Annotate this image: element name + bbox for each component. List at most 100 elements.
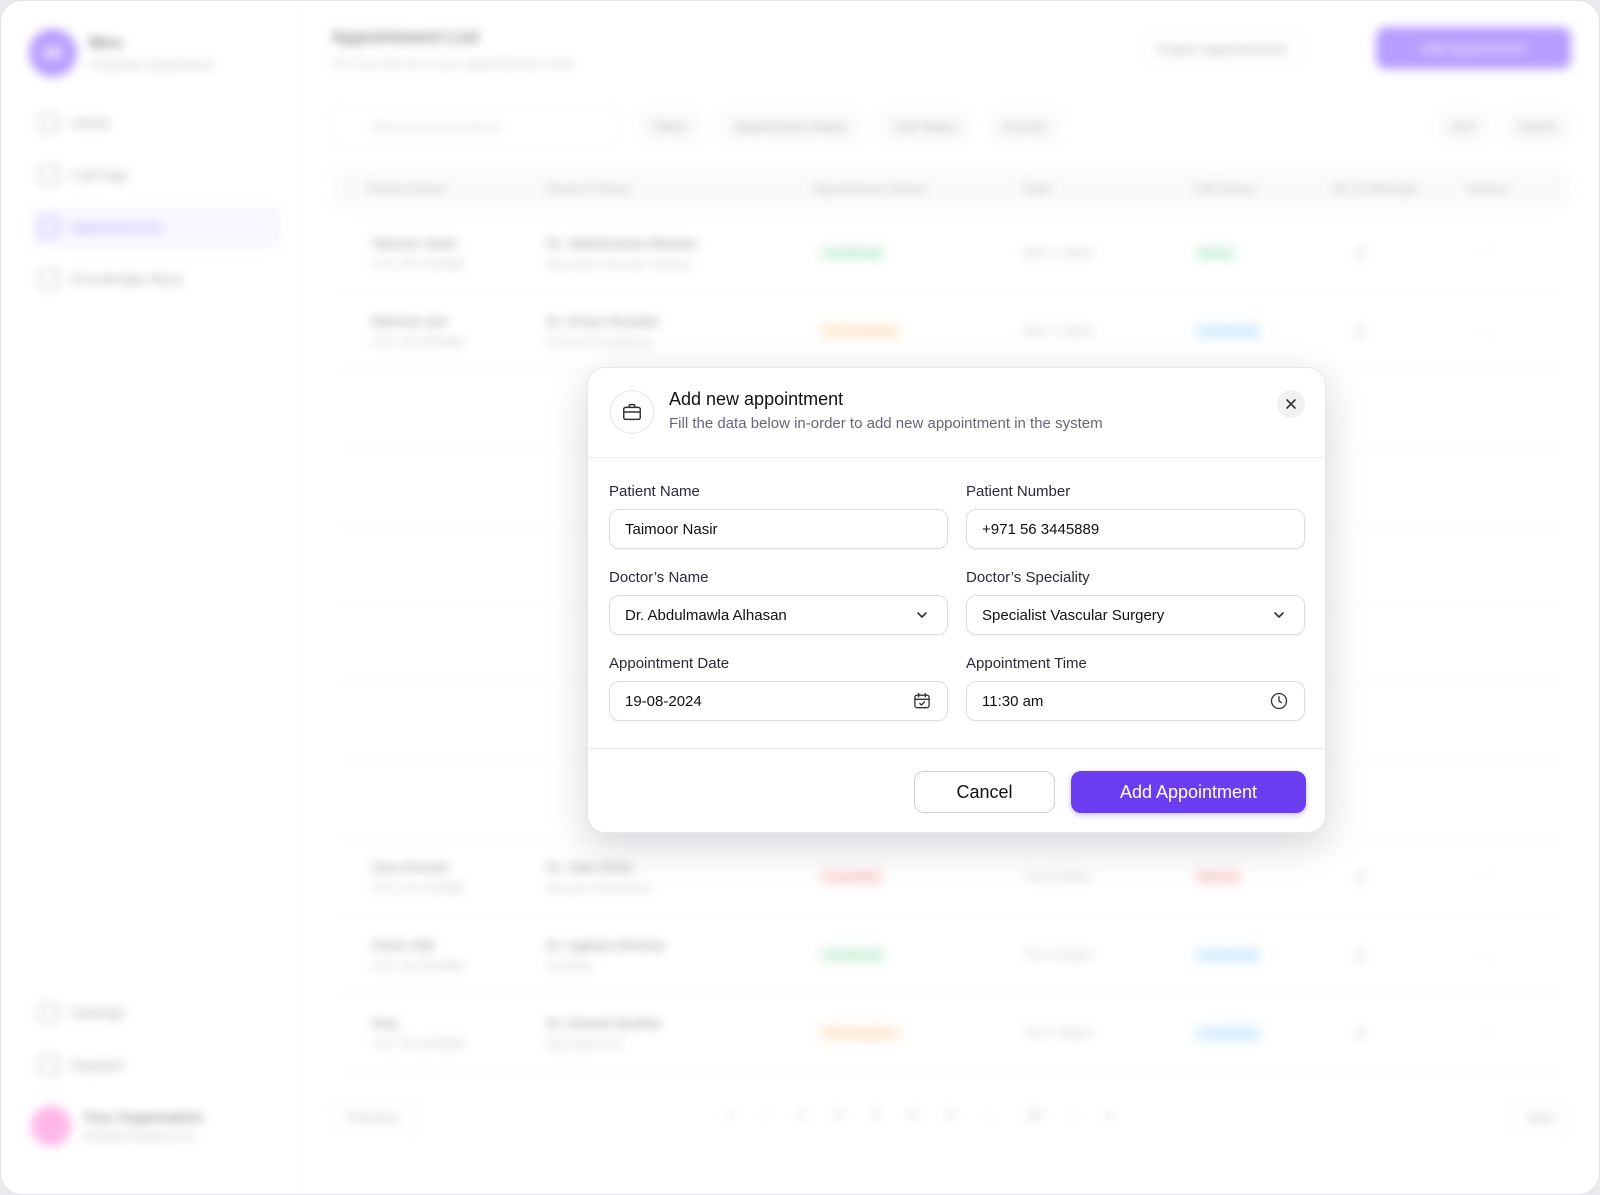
patient-phone: +971 56 3445889 [371,1037,465,1051]
calendar-icon [39,217,59,237]
doctor-speciality: Specialist Vascular Surgery [546,257,692,271]
appointment-date: Tue 6:30pm [1023,869,1092,884]
table-row[interactable]: Zara Ahmed +971 56 3445889 Dr. Aida Hint… [331,839,1571,917]
appointment-status-filter[interactable]: Appointment Status [720,108,862,144]
pagination: Previous « ‹ 1 2 3 4 5 … 10 › » Next [331,1099,1571,1139]
column-header[interactable]: Patient Name [367,181,446,196]
doctor-speciality: General Practitioner [546,335,653,349]
sidebar-item-label: Home [71,114,112,132]
search-input[interactable]: Search by any column [331,106,621,146]
sidebar-item-label: Appointments [71,218,163,236]
sidebar-item-label: Settings [71,1004,126,1022]
doctor-name: Dr. Ahmed Ibrahim [546,1015,662,1031]
more-actions-icon[interactable]: ⋯ [1481,867,1497,887]
page-button[interactable]: 2 [835,1107,842,1122]
page-button[interactable]: 4 [909,1107,916,1122]
status-badge: Cancelled [817,867,887,887]
home-icon [39,113,59,133]
patient-name: Taimoor Nasir [371,235,458,251]
patient-name-input[interactable] [625,520,933,538]
doctor-speciality-select[interactable]: Specialist Vascular Surgery [966,595,1305,635]
more-actions-icon[interactable]: ⋯ [1481,321,1497,341]
doctor-name: Dr. Abdulmawla Alhasan [546,235,697,251]
sidebar-item-settings[interactable]: Settings [31,991,281,1035]
brand: Mi Miro Customer Experience [29,29,214,77]
prev-arrow-button[interactable]: ‹ [763,1107,767,1122]
page-subtitle: You can find all of your appointments he… [331,56,574,71]
filters-button[interactable]: Filters [639,108,703,144]
attempts-count: 2 [1357,947,1365,963]
call-log-icon [39,165,59,185]
table-row[interactable]: Amy +971 56 3445889 Dr. Ahmed Ibrahim Sp… [331,995,1571,1073]
attempts-count: 2 [1357,245,1365,261]
sidebar-item-knowledge-base[interactable]: Knowledge Base [31,257,281,301]
doctor-speciality-value: Specialist Vascular Surgery [982,606,1165,624]
toolbar-right: Sort Export [1437,108,1571,144]
page-button[interactable]: 1 [798,1107,805,1122]
export-appointments-button[interactable]: Export Appointments [1141,31,1305,67]
attempts-count: 2 [1357,1025,1365,1041]
close-button[interactable] [1277,390,1305,418]
org-name: Your Organization [83,1109,204,1125]
doctor-name-select[interactable]: Dr. Abdulmawla Alhasan [609,595,948,635]
patient-name-field[interactable] [609,509,948,549]
patient-number-field[interactable] [966,509,1305,549]
more-actions-icon[interactable]: ⋯ [1481,1023,1497,1043]
appointment-date-field[interactable]: 19-08-2024 [609,681,948,721]
sort-button[interactable]: Sort [1437,108,1490,144]
status-badge: Confirmed [817,243,889,263]
sidebar-item-home[interactable]: Home [31,101,281,145]
appointment-time-field[interactable]: 11:30 am [966,681,1305,721]
patient-number-input[interactable] [982,520,1290,538]
column-header[interactable]: Appointment Status [813,181,926,196]
table-row[interactable]: Omar Hall +971 56 3445889 Dr. Aghiad Als… [331,917,1571,995]
status-badge: Confirmed [817,945,889,965]
table-row[interactable]: Taimoor Nasir +971 56 3445889 Dr. Abdulm… [331,215,1571,293]
avatar [31,1106,71,1146]
column-header[interactable]: Doctor's Name [546,181,632,196]
doctor-name-label: Doctor’s Name [609,569,709,586]
organization-card[interactable]: Your Organization hello@company.com [31,1106,203,1146]
previous-page-button[interactable]: Previous [331,1099,416,1135]
doctor-name: Dr. Aida Hinta [546,859,632,875]
sidebar-item-label: Support [71,1056,124,1074]
next-page-button[interactable]: Next [1510,1099,1571,1135]
first-page-button[interactable]: « [726,1107,733,1122]
chevron-down-icon [1268,604,1290,626]
sidebar-item-support[interactable]: Support [31,1043,281,1087]
add-appointment-top-button[interactable]: Add Appointment [1376,27,1571,69]
chevron-down-icon [911,604,933,626]
book-icon [39,269,59,289]
patient-name: Omar Hall [371,937,435,953]
add-appointment-button[interactable]: Add Appointment [1071,771,1306,813]
page-button[interactable]: 3 [872,1107,879,1122]
brand-subtitle: Customer Experience [89,56,214,72]
add-appointment-dialog: Add new appointment Fill the data below … [587,367,1326,833]
patient-name: Zara Ahmed [371,859,448,875]
sidebar-item-appointments[interactable]: Appointments [31,205,281,249]
table-row[interactable]: Mahesh Iyer +971 56 3445889 Dr. Eman Mus… [331,293,1571,371]
next-arrow-button[interactable]: › [1071,1107,1075,1122]
page-button[interactable]: 10 [1027,1107,1041,1122]
column-header[interactable]: Actions [1466,181,1509,196]
column-header[interactable]: Date [1023,181,1050,196]
briefcase-icon [610,390,654,434]
clock-icon[interactable] [1268,690,1290,712]
doctors-filter[interactable]: Doctors [988,108,1062,144]
more-actions-icon[interactable]: ⋯ [1481,243,1497,263]
call-status-filter[interactable]: Call Status [879,108,971,144]
column-header[interactable]: Call Status [1193,181,1256,196]
export-button[interactable]: Export [1505,108,1571,144]
status-badge: Rescheduled [817,1023,904,1043]
page-button[interactable]: 5 [947,1107,954,1122]
dialog-footer: Cancel Add Appointment [588,748,1325,834]
column-header[interactable]: No of Attempts [1333,181,1418,196]
sidebar-item-call-logs[interactable]: Call logs [31,153,281,197]
last-page-button[interactable]: » [1106,1107,1113,1122]
calendar-icon[interactable] [911,690,933,712]
sidebar-item-label: Knowledge Base [71,270,184,288]
more-actions-icon[interactable]: ⋯ [1481,945,1497,965]
doctor-speciality: Specialist ENT [546,1037,625,1051]
patient-name: Amy [371,1015,399,1031]
cancel-button[interactable]: Cancel [914,771,1055,813]
